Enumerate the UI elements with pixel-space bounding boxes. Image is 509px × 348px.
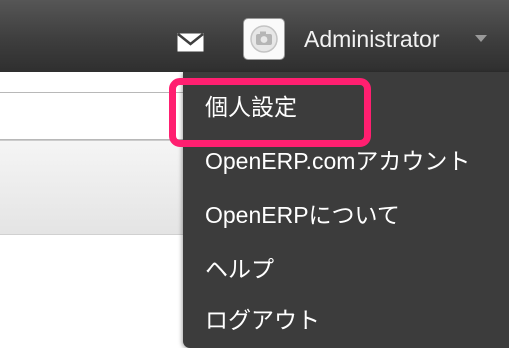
caret-down-icon[interactable] [475, 35, 487, 42]
user-avatar[interactable] [243, 18, 285, 60]
camera-avatar-icon [250, 25, 278, 53]
menu-item-help[interactable]: ヘルプ [205, 255, 274, 283]
highlight-annotation [169, 78, 371, 147]
menu-item-openerp-account[interactable]: OpenERP.comアカウント [205, 147, 470, 175]
menu-item-about[interactable]: OpenERPについて [205, 201, 400, 229]
user-name-label[interactable]: Administrator [304, 25, 439, 53]
mail-icon[interactable] [177, 33, 204, 52]
menu-item-logout[interactable]: ログアウト [205, 306, 320, 334]
